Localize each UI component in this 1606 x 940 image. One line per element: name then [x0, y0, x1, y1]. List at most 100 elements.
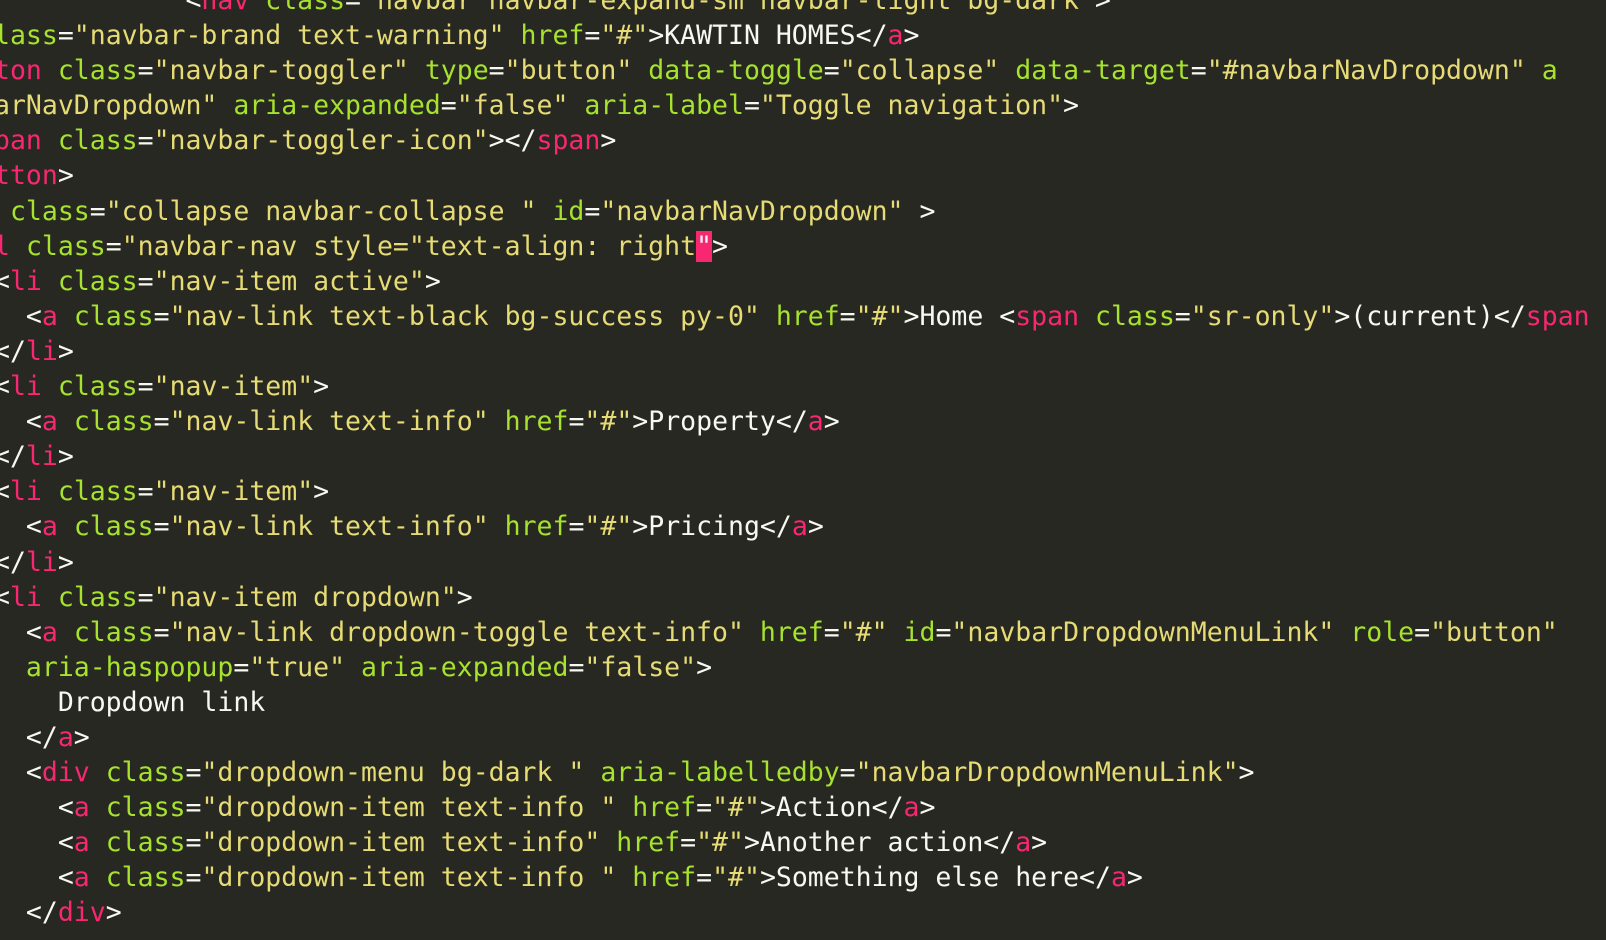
- string-token: "button": [504, 55, 633, 87]
- text-token: >Something else here</: [759, 862, 1111, 894]
- attribute-token: class: [105, 862, 186, 894]
- code-line[interactable]: <a class="dropdown-item text-info " href…: [0, 860, 1590, 895]
- code-line[interactable]: aria-haspopup="true" aria-expanded="fals…: [0, 650, 1590, 685]
- string-token: "button": [1430, 616, 1558, 648]
- code-line[interactable]: </div>: [0, 895, 1590, 930]
- code-line[interactable]: <a class="dropdown-item text-info" href=…: [0, 825, 1590, 860]
- text-token: =: [345, 0, 362, 16]
- attribute-token: id: [552, 195, 585, 227]
- text-token: ></: [488, 125, 537, 157]
- string-token: "sr-only": [1190, 300, 1335, 332]
- tag-token: a: [41, 406, 58, 438]
- tag-token: span: [1525, 300, 1590, 332]
- tag-token: a: [57, 721, 74, 753]
- attribute-token: class: [1095, 300, 1175, 332]
- string-token: "dropdown-menu bg-dark ": [201, 757, 585, 789]
- code-line[interactable]: arNavDropdown" aria-expanded="false" ari…: [0, 88, 1590, 123]
- attribute-token: aria-expanded: [233, 90, 441, 122]
- attribute-token: class: [73, 616, 154, 648]
- string-token: "navbar-brand text-warning": [73, 20, 505, 52]
- code-line[interactable]: pan class="navbar-toggler-icon"></span>: [0, 123, 1590, 158]
- text-token: =: [1414, 616, 1431, 648]
- code-line[interactable]: </a>: [0, 720, 1590, 755]
- tag-token: a: [1110, 862, 1127, 894]
- text-token: =: [696, 862, 713, 894]
- code-line[interactable]: <a class="nav-link dropdown-toggle text-…: [0, 615, 1590, 650]
- code-line[interactable]: <li class="nav-item">: [0, 474, 1590, 509]
- text-token: Dropdown link: [0, 686, 266, 718]
- tag-token: div: [41, 757, 90, 789]
- tag-token: ton: [0, 55, 42, 87]
- code-line[interactable]: <li class="nav-item active">: [0, 264, 1590, 299]
- tag-token: a: [73, 792, 90, 824]
- code-line[interactable]: </li>: [0, 334, 1590, 369]
- code-line[interactable]: tton>: [0, 158, 1590, 193]
- text-token: =: [823, 616, 840, 648]
- string-token: "collapse": [839, 55, 1000, 87]
- code-line[interactable]: <nav class="navbar navbar-expand-sm navb…: [0, 0, 1590, 18]
- string-token: "dropdown-item text-info ": [201, 792, 617, 824]
- string-token: "navbar-nav style="text-align: right: [121, 230, 697, 262]
- code-line[interactable]: <div class="dropdown-menu bg-dark " aria…: [0, 755, 1590, 790]
- string-token: "#": [839, 616, 888, 648]
- tag-token: a: [807, 406, 824, 438]
- text-token: </: [0, 897, 58, 929]
- tag-token: a: [903, 792, 920, 824]
- text-token: =: [185, 792, 202, 824]
- string-token: arNavDropdown": [0, 90, 218, 122]
- code-line[interactable]: <a class="nav-link text-black bg-success…: [0, 299, 1590, 334]
- attribute-token: id: [903, 616, 936, 648]
- text-token: >: [600, 125, 617, 157]
- code-line[interactable]: lass="navbar-brand text-warning" href="#…: [0, 18, 1590, 53]
- code-line[interactable]: <a class="nav-link text-info" href="#">P…: [0, 404, 1590, 439]
- code-line[interactable]: </li>: [0, 545, 1590, 580]
- code-line[interactable]: </li>: [0, 439, 1590, 474]
- attribute-token: a: [1541, 55, 1558, 87]
- tag-token: a: [73, 827, 90, 859]
- code-line[interactable]: ton class="navbar-toggler" type="button"…: [0, 53, 1590, 88]
- string-token: "navbar-toggler-icon": [153, 125, 489, 157]
- text-token: >Pricing</: [632, 511, 792, 543]
- text-token: =: [488, 55, 505, 87]
- text-token: =: [1190, 55, 1207, 87]
- code-line[interactable]: <a class="nav-link text-info" href="#">P…: [0, 509, 1590, 544]
- string-token: "#": [855, 300, 904, 332]
- text-token: =: [743, 90, 760, 122]
- tag-token: a: [41, 616, 58, 648]
- text-token: >: [823, 406, 840, 438]
- code-editor[interactable]: <nav class="navbar navbar-expand-sm navb…: [0, 0, 1606, 940]
- string-token: "nav-link dropdown-toggle text-info": [169, 616, 744, 648]
- text-token: >: [903, 20, 920, 52]
- attribute-token: role: [1350, 616, 1415, 648]
- attribute-token: aria-haspopup: [25, 651, 234, 683]
- text-token: <: [0, 265, 10, 297]
- code-text-area[interactable]: <nav class="navbar navbar-expand-sm navb…: [0, 0, 1590, 931]
- text-token: </: [0, 546, 26, 578]
- attribute-token: href: [759, 616, 824, 648]
- string-token: "#navbarNavDropdown": [1206, 55, 1526, 87]
- code-line[interactable]: Dropdown link: [0, 685, 1590, 720]
- tag-token: a: [1015, 827, 1032, 859]
- code-line[interactable]: <a class="dropdown-item text-info " href…: [0, 790, 1590, 825]
- code-line[interactable]: class="collapse navbar-collapse " id="na…: [0, 194, 1590, 229]
- code-line[interactable]: l class="navbar-nav style="text-align: r…: [0, 229, 1590, 264]
- attribute-token: href: [520, 20, 585, 52]
- tag-token: a: [41, 300, 58, 332]
- text-token: =: [153, 616, 170, 648]
- code-line[interactable]: <li class="nav-item">: [0, 369, 1590, 404]
- text-token: =: [153, 300, 170, 332]
- tag-token: l: [0, 230, 10, 262]
- text-token: <: [25, 511, 42, 543]
- text-token: =: [153, 511, 170, 543]
- text-token: =: [89, 195, 106, 227]
- code-line[interactable]: <li class="nav-item dropdown">: [0, 580, 1590, 615]
